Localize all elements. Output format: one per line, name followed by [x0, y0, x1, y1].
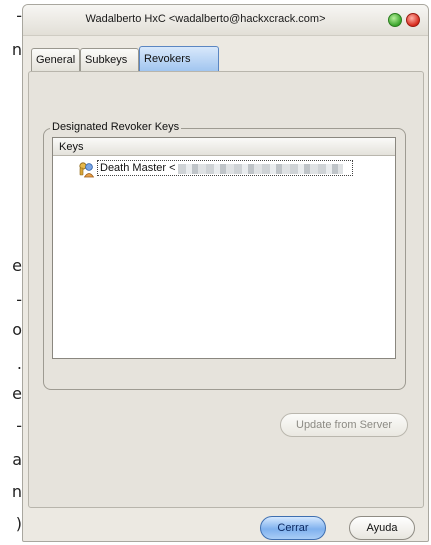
window-title: Wadalberto HxC <wadalberto@hackxcrack.co… [85, 13, 326, 25]
tab-general[interactable]: General [31, 48, 80, 71]
background-char: e [12, 256, 22, 275]
redacted-email [177, 164, 343, 174]
title-bar[interactable]: Wadalberto HxC <wadalberto@hackxcrack.co… [23, 5, 428, 36]
revoker-key-label[interactable]: Death Master < > [97, 160, 353, 176]
background-char: e [12, 384, 22, 403]
list-item[interactable]: Death Master < > [77, 160, 377, 178]
update-from-server-button[interactable]: Update from Server [280, 413, 408, 437]
zoom-icon[interactable] [388, 13, 402, 27]
key-name-suffix: > [102, 174, 108, 175]
help-button[interactable]: Ayuda [349, 516, 415, 540]
tab-panel-revokers: Designated Revoker Keys Keys Death Maste… [28, 71, 424, 508]
column-header-keys[interactable]: Keys [53, 138, 395, 156]
background-char: n [11, 40, 22, 59]
key-name: Death Master < [100, 162, 176, 174]
key-properties-window: Wadalberto HxC <wadalberto@hackxcrack.co… [22, 4, 429, 542]
tab-subkeys[interactable]: Subkeys [80, 48, 139, 71]
background-char: a [12, 450, 22, 469]
key-pair-icon [79, 162, 95, 178]
background-char: o [12, 320, 22, 339]
tab-revokers[interactable]: Revokers [139, 46, 219, 72]
group-label: Designated Revoker Keys [50, 121, 182, 133]
revoker-keys-group: Designated Revoker Keys Keys Death Maste… [43, 121, 408, 437]
background-char: n [11, 482, 22, 501]
close-button[interactable]: Cerrar [260, 516, 326, 540]
revoker-keys-list[interactable]: Keys Death Master < > [52, 137, 396, 359]
close-window-icon[interactable] [406, 13, 420, 27]
